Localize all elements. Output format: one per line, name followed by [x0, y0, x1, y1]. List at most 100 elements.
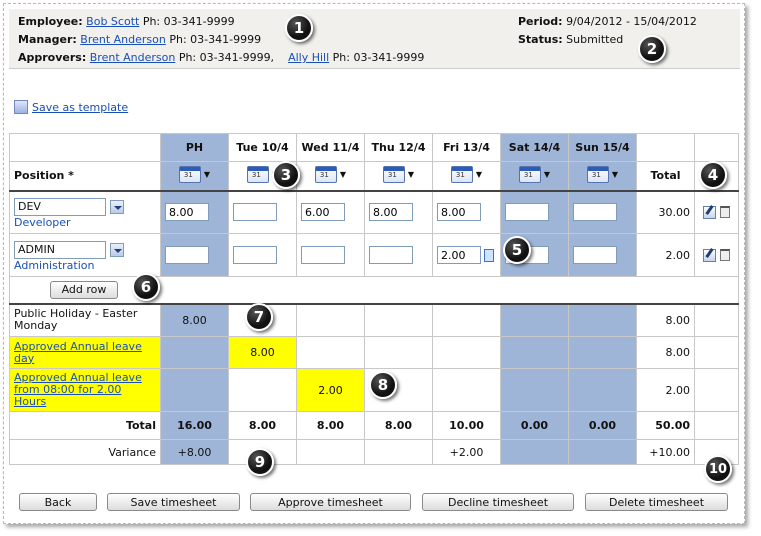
trash-icon[interactable]	[720, 206, 730, 219]
leave-link[interactable]: Approved Annual leave day	[14, 340, 142, 365]
leave-total: 8.00	[636, 303, 695, 337]
approver-1-phone: Ph: 03-341-9999,	[178, 51, 275, 64]
hours-input[interactable]	[437, 203, 481, 222]
hours-cell	[228, 233, 297, 277]
leave-cell	[228, 368, 297, 412]
calendar-icon[interactable]	[382, 165, 405, 183]
hours-input[interactable]	[301, 246, 345, 264]
save-as-template-link[interactable]: Save as template	[32, 101, 128, 114]
position-select[interactable]: ADMIN	[14, 241, 106, 259]
callout-badge: 3	[272, 161, 300, 189]
chevron-down-icon[interactable]	[110, 200, 124, 215]
approvers-label: Approvers:	[18, 51, 87, 64]
calendar-cell-sat[interactable]: ▼	[500, 161, 569, 191]
total-cell: 8.00	[296, 411, 365, 440]
hours-input[interactable]	[165, 246, 209, 264]
calendar-cell-wed[interactable]: ▼	[296, 161, 365, 191]
table-row: DEV Developer 30.00	[9, 190, 739, 234]
employee-phone: Ph: 03-341-9999	[142, 15, 235, 28]
total-cell: 10.00	[432, 411, 501, 440]
hours-input[interactable]	[369, 246, 413, 264]
approver-1-link[interactable]: Brent Anderson	[90, 51, 176, 64]
total-cell: 0.00	[500, 411, 569, 440]
edit-icon[interactable]	[703, 248, 716, 262]
hours-input[interactable]	[301, 203, 345, 222]
leave-cell	[364, 336, 433, 369]
manager-phone: Ph: 03-341-9999	[169, 33, 262, 46]
calendar-cell-sun[interactable]: ▼	[568, 161, 637, 191]
hours-input[interactable]	[573, 246, 617, 264]
callout-badge: 9	[246, 448, 274, 476]
leave-label-cell: Approved Annual leave day	[9, 336, 161, 369]
calendar-cell-thu[interactable]: ▼	[364, 161, 433, 191]
hours-cell	[568, 190, 637, 234]
dropdown-arrow-icon[interactable]: ▼	[204, 170, 210, 179]
hours-input[interactable]	[233, 203, 277, 222]
back-button[interactable]: Back	[19, 493, 97, 511]
leave-label: Public Holiday - Easter Monday	[9, 303, 161, 337]
hours-input[interactable]	[369, 203, 413, 222]
calendar-icon[interactable]	[586, 165, 609, 183]
hours-input[interactable]	[505, 203, 549, 222]
calendar-icon[interactable]	[450, 165, 473, 183]
calendar-row: Position * ▼ ▼ ▼ ▼ ▼ ▼ ▼ Total	[9, 161, 739, 191]
col-header-sat: Sat 14/4	[500, 133, 569, 162]
hours-cell	[432, 233, 501, 277]
delete-timesheet-button[interactable]: Delete timesheet	[585, 493, 728, 511]
leave-actions	[694, 303, 739, 337]
leave-cell	[500, 303, 569, 337]
save-as-template[interactable]: Save as template	[14, 100, 128, 114]
hours-input[interactable]	[573, 203, 617, 222]
employee-name-link[interactable]: Bob Scott	[86, 15, 139, 28]
dropdown-arrow-icon[interactable]: ▼	[340, 170, 346, 179]
trash-icon[interactable]	[720, 249, 730, 261]
hours-input[interactable]	[233, 246, 277, 264]
hours-input[interactable]	[165, 203, 209, 222]
col-header-ph: PH	[160, 133, 229, 162]
leave-label-cell: Approved Annual leave from 08:00 for 2.0…	[9, 368, 161, 412]
dropdown-arrow-icon[interactable]: ▼	[544, 170, 550, 179]
approve-timesheet-button[interactable]: Approve timesheet	[250, 493, 411, 511]
edit-icon[interactable]	[703, 205, 716, 219]
col-header-wed: Wed 11/4	[296, 133, 365, 162]
approver-2-phone: Ph: 03-341-9999	[332, 51, 425, 64]
hours-input[interactable]	[437, 246, 481, 264]
calendar-icon[interactable]	[178, 165, 201, 183]
employee-info-panel: Employee: Bob Scott Ph: 03-341-9999 Mana…	[9, 9, 740, 69]
calendar-icon[interactable]	[314, 165, 337, 183]
leave-cell	[296, 336, 365, 369]
calendar-icon[interactable]	[246, 165, 269, 183]
row-total: 2.00	[636, 233, 695, 277]
manager-name-link[interactable]: Brent Anderson	[80, 33, 166, 46]
callout-badge: 1	[285, 14, 313, 42]
calendar-cell-ph[interactable]: ▼	[160, 161, 229, 191]
leave-cell	[500, 336, 569, 369]
total-cell: 8.00	[228, 411, 297, 440]
callout-badge: 10	[704, 455, 732, 483]
position-select[interactable]: DEV	[14, 198, 106, 217]
dropdown-arrow-icon[interactable]: ▼	[408, 170, 414, 179]
calendar-cell-fri[interactable]: ▼	[432, 161, 501, 191]
chevron-down-icon[interactable]	[110, 243, 124, 257]
timesheet-grid: PH Tue 10/4 Wed 11/4 Thu 12/4 Fri 13/4 S…	[9, 133, 739, 465]
dropdown-arrow-icon[interactable]: ▼	[476, 170, 482, 179]
note-icon[interactable]	[484, 249, 494, 262]
hours-cell	[160, 190, 229, 234]
add-row-button[interactable]: Add row	[50, 280, 118, 299]
leave-cell	[568, 368, 637, 412]
approver-2-link[interactable]: Ally Hill	[288, 51, 329, 64]
leave-total: 2.00	[636, 368, 695, 412]
dropdown-arrow-icon[interactable]: ▼	[612, 170, 618, 179]
total-cell: 16.00	[160, 411, 229, 440]
total-cell: 0.00	[568, 411, 637, 440]
decline-timesheet-button[interactable]: Decline timesheet	[422, 493, 574, 511]
calendar-icon[interactable]	[518, 165, 541, 183]
callout-badge: 2	[638, 35, 666, 63]
hours-cell	[296, 190, 365, 234]
template-icon	[14, 100, 28, 114]
position-cell: ADMIN Administration	[9, 233, 161, 277]
leave-cell	[432, 368, 501, 412]
leave-link[interactable]: Approved Annual leave from 08:00 for 2.0…	[14, 371, 142, 408]
hours-cell	[228, 190, 297, 234]
save-timesheet-button[interactable]: Save timesheet	[107, 493, 240, 511]
